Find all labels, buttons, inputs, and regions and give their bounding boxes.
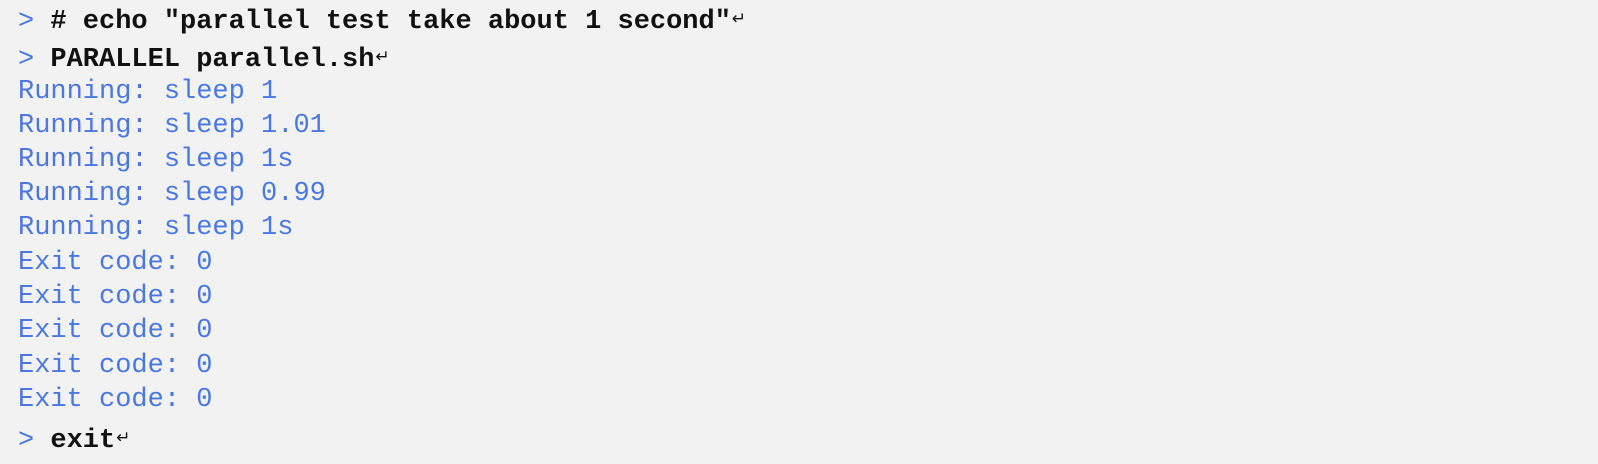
command-text: # echo "parallel test take about 1 secon… [50,7,731,37]
return-icon: ↵ [731,9,747,29]
prompt-symbol: > [18,426,35,456]
output-line: Running: sleep 0.99 [18,179,326,209]
terminal-window: > # echo "parallel test take about 1 sec… [0,0,1598,464]
command-text: PARALLEL parallel.sh [50,45,375,75]
command-line-echo: > # echo "parallel test take about 1 sec… [18,2,747,37]
output-line: Running: sleep 1.01 [18,111,326,141]
output-line: Exit code: 0 [18,351,213,381]
output-line: Exit code: 0 [18,248,213,278]
output-line: Running: sleep 1s [18,145,294,175]
prompt-symbol: > [18,45,35,75]
command-line-exit: > exit↵ [18,421,131,456]
command-text: exit [50,426,116,456]
command-line-parallel: > PARALLEL parallel.sh↵ [18,40,390,75]
output-line: Exit code: 0 [18,316,213,346]
output-line: Exit code: 0 [18,282,213,312]
output-line: Running: sleep 1 [18,77,278,107]
return-icon: ↵ [116,428,131,448]
return-icon: ↵ [375,47,390,67]
output-line: Running: sleep 1s [18,213,294,243]
prompt-symbol: > [18,7,35,37]
output-line: Exit code: 0 [18,385,213,415]
